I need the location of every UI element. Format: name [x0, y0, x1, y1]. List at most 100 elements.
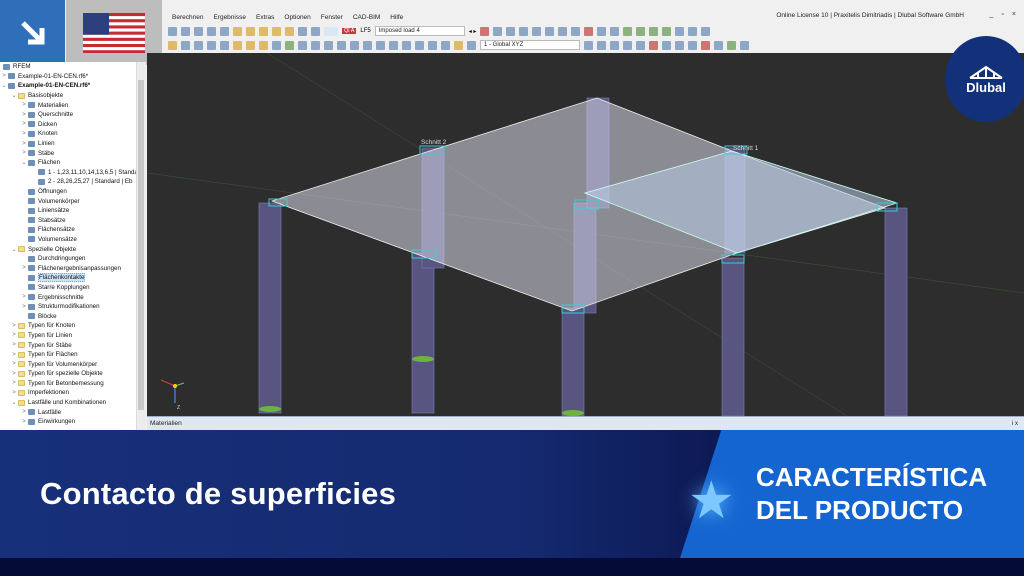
axis-y-icon[interactable] [636, 26, 646, 36]
tool-icon[interactable] [415, 40, 424, 50]
tree-item[interactable]: Durchdringungen [0, 254, 145, 264]
chevron-right-icon[interactable]: > [10, 323, 18, 329]
close-button[interactable]: × [1012, 11, 1016, 18]
tool-icon[interactable] [376, 40, 385, 50]
tool-icon[interactable] [532, 26, 542, 36]
tree-item[interactable]: > Imperfektionen [0, 388, 145, 398]
tool-icon[interactable] [272, 26, 281, 36]
chevron-right-icon[interactable]: > [20, 131, 28, 137]
chevron-right-icon[interactable]: > [20, 304, 28, 310]
tree-item[interactable]: Blöcke [0, 311, 145, 321]
menu-fenster[interactable]: Fenster [321, 14, 343, 21]
close-x-icon[interactable] [701, 40, 710, 50]
chevron-right-icon[interactable]: > [10, 342, 18, 348]
tool-icon[interactable] [467, 40, 476, 50]
tool-icon[interactable] [285, 26, 294, 36]
chevron-right-icon[interactable]: > [0, 73, 8, 79]
tool-icon[interactable] [649, 40, 658, 50]
filter-icon[interactable] [311, 40, 320, 50]
view-icon[interactable] [181, 26, 190, 36]
chevron-right-icon[interactable]: > [10, 380, 18, 386]
chevron-down-icon[interactable]: ⌄ [0, 82, 8, 89]
chevron-right-icon[interactable]: > [10, 332, 18, 338]
tool-icon[interactable] [181, 40, 190, 50]
menu-cad-bim[interactable]: CAD-BIM [353, 14, 380, 21]
print-icon[interactable] [207, 26, 216, 36]
axis-icon[interactable] [662, 26, 672, 36]
tree-item[interactable]: > Typen für Flächen [0, 350, 145, 360]
chevron-right-icon[interactable]: > [10, 352, 18, 358]
tool-icon[interactable] [584, 40, 593, 50]
tool-icon[interactable] [207, 40, 216, 50]
tool-icon[interactable] [506, 26, 516, 36]
tree-item[interactable]: > Stäbe [0, 148, 145, 158]
tool-icon[interactable] [246, 26, 255, 36]
tree-scrollbar-thumb[interactable] [138, 80, 144, 410]
tree-item[interactable]: > Typen für spezielle Objekte [0, 369, 145, 379]
chevron-down-icon[interactable]: ⌄ [20, 159, 28, 166]
tool-icon[interactable] [259, 40, 268, 50]
tool-icon[interactable] [688, 26, 698, 36]
chevron-right-icon[interactable]: > [20, 150, 28, 156]
tree-item[interactable]: Stabsätze [0, 216, 145, 226]
tree-item[interactable]: Volumenkörper [0, 196, 145, 206]
tree-item[interactable]: > Typen für Volumenkörper [0, 359, 145, 369]
tool-icon[interactable] [220, 40, 229, 50]
tool-icon[interactable] [337, 40, 346, 50]
tree-item[interactable]: Volumensätze [0, 235, 145, 245]
tree-item[interactable]: > Lastfälle [0, 407, 145, 417]
view-icon[interactable] [194, 26, 203, 36]
tree-item[interactable]: Flächensätze [0, 225, 145, 235]
menu-optionen[interactable]: Optionen [284, 14, 310, 21]
panel-controls[interactable]: ⅰ x [1012, 420, 1018, 427]
chevron-down-icon[interactable]: ⌄ [10, 246, 18, 253]
tool-icon[interactable] [272, 40, 281, 50]
chevron-right-icon[interactable]: > [10, 371, 18, 377]
menu-ergebnisse[interactable]: Ergebnisse [213, 14, 246, 21]
tool-icon[interactable] [363, 40, 372, 50]
chevron-right-icon[interactable]: > [20, 102, 28, 108]
tool-icon[interactable] [194, 40, 203, 50]
tree-item[interactable]: > Materialien [0, 100, 145, 110]
chevron-right-icon[interactable]: > [20, 409, 28, 415]
tool-icon[interactable] [324, 40, 333, 50]
minimize-button[interactable]: _ [990, 11, 994, 18]
view-icon[interactable] [168, 26, 177, 36]
tool-icon[interactable] [675, 40, 684, 50]
tree-item[interactable]: ⌄ Lastfälle und Kombinationen [0, 398, 145, 408]
tool-icon[interactable] [701, 26, 711, 36]
tree-item[interactable]: > Einwirkungen [0, 417, 145, 427]
camera-icon[interactable] [714, 40, 723, 50]
menu-berechnen[interactable]: Berechnen [172, 14, 203, 21]
tool-icon[interactable] [558, 26, 568, 36]
chevron-right-icon[interactable]: > [20, 112, 28, 118]
tree-item[interactable]: Starre Kopplungen [0, 283, 145, 293]
tool-icon[interactable] [610, 26, 620, 36]
chevron-right-icon[interactable]: > [20, 121, 28, 127]
tool-icon[interactable] [298, 26, 307, 36]
tool-icon[interactable] [259, 26, 268, 36]
tool-icon[interactable] [727, 40, 736, 50]
tool-icon[interactable] [688, 40, 697, 50]
chevron-right-icon[interactable]: > [10, 390, 18, 396]
tree-root[interactable]: RFEM [0, 62, 145, 72]
chevron-right-icon[interactable]: > [20, 141, 28, 147]
tool-icon[interactable] [350, 40, 359, 50]
tree-item[interactable]: Öffnungen [0, 187, 145, 197]
chevron-down-icon[interactable]: ⌄ [10, 399, 18, 406]
tree-item[interactable]: > Dicken [0, 120, 145, 130]
tool-icon[interactable] [220, 26, 229, 36]
tree-item[interactable]: > Typen für Betonbemessung [0, 379, 145, 389]
loadcase-select[interactable]: Imposed load 4 [374, 26, 465, 36]
restore-button[interactable]: ▫ [1001, 11, 1003, 18]
menu-extras[interactable]: Extras [256, 14, 274, 21]
tree-item[interactable]: > Ergebnisschnitte [0, 292, 145, 302]
chevron-right-icon[interactable]: > [20, 294, 28, 300]
tree-item[interactable]: 1 - 1,23,11,10,14,13,6,5 | Standard [0, 168, 145, 178]
axis-x-icon[interactable] [623, 26, 633, 36]
tool-icon[interactable] [597, 26, 607, 36]
tree-item[interactable]: > Typen für Knoten [0, 321, 145, 331]
chevron-right-icon[interactable]: > [10, 361, 18, 367]
tree-item[interactable]: ⌄ Example-01-EN-CEN.rf6* [0, 81, 145, 91]
tool-icon[interactable] [740, 40, 749, 50]
